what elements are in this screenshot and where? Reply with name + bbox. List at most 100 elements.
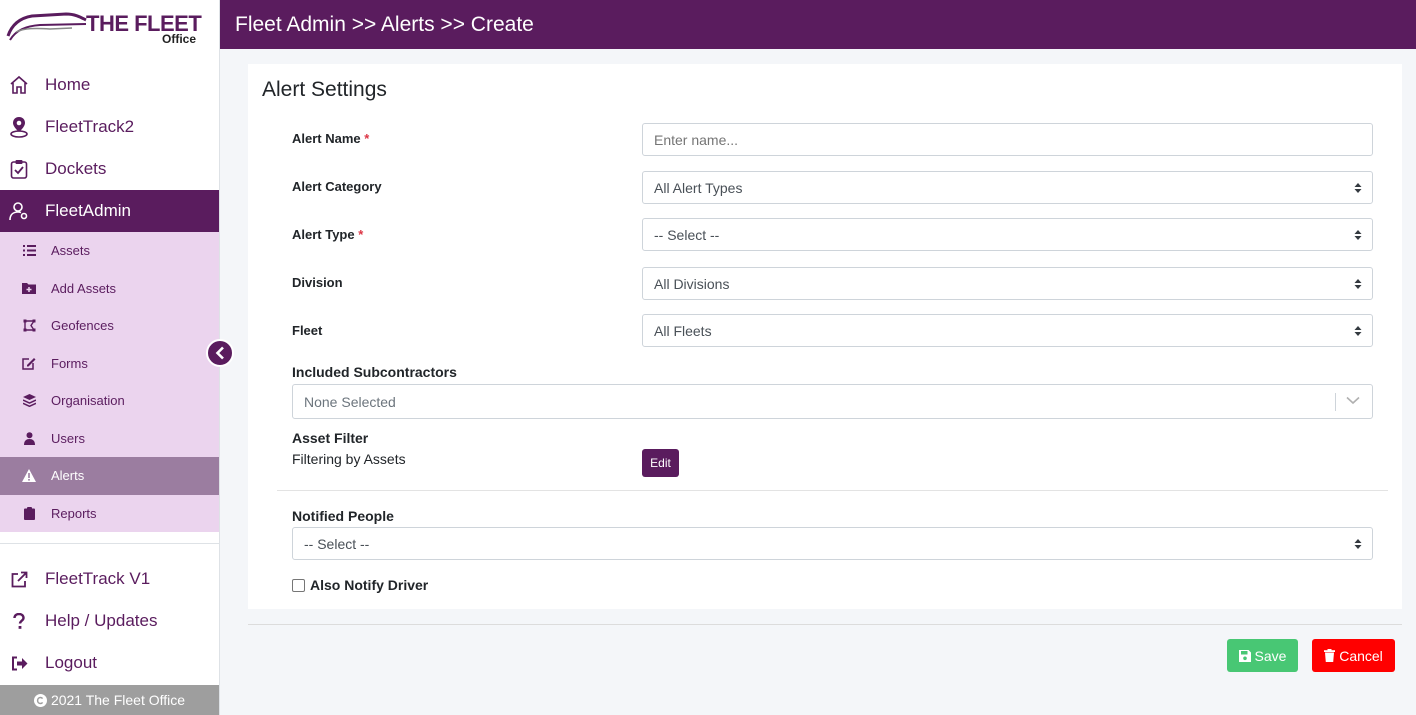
also-notify-driver-option[interactable]: Also Notify Driver — [292, 577, 428, 593]
fleet-value: All Fleets — [654, 322, 712, 339]
division-label: Division — [292, 275, 343, 290]
sidebar-item-add-assets[interactable]: Add Assets — [0, 270, 219, 308]
sidebar-collapse-button[interactable] — [206, 339, 234, 367]
warning-icon — [22, 469, 36, 483]
edit-asset-filter-button[interactable]: Edit — [642, 449, 679, 477]
sidebar-item-label: Users — [51, 430, 85, 446]
user-gear-icon — [8, 200, 30, 222]
sidebar-item-label: Assets — [51, 243, 91, 259]
section-divider — [277, 490, 1388, 491]
nav-item-fleetadmin[interactable]: FleetAdmin — [0, 190, 219, 232]
fleetadmin-subnav: Assets Add Assets Geofences Forms Organi… — [0, 232, 219, 532]
subcontractors-value: None Selected — [304, 393, 396, 410]
top-header: Fleet Admin >> Alerts >> Create — [220, 0, 1416, 49]
folder-plus-icon — [22, 281, 36, 295]
subcontractors-multiselect[interactable]: None Selected — [292, 384, 1373, 419]
asset-filter-text: Filtering by Assets — [292, 451, 406, 467]
copyright-footer: 2021 The Fleet Office — [0, 685, 219, 715]
actions-divider — [248, 624, 1402, 625]
external-link-icon — [8, 568, 30, 590]
sidebar-item-label: Geofences — [51, 318, 114, 334]
asset-filter-label: Asset Filter — [292, 430, 369, 446]
nav-item-help[interactable]: Help / Updates — [0, 600, 219, 642]
nav-item-label: FleetTrack2 — [45, 117, 135, 136]
sidebar-item-alerts[interactable]: Alerts — [0, 457, 219, 495]
alert-type-label: Alert Type * — [292, 227, 363, 242]
alert-name-label: Alert Name * — [292, 131, 369, 146]
notified-people-label: Notified People — [292, 508, 394, 524]
division-value: All Divisions — [654, 275, 730, 292]
sign-out-icon — [8, 652, 30, 674]
notified-people-value: -- Select -- — [304, 535, 370, 552]
alert-type-select[interactable]: -- Select -- — [642, 218, 1373, 251]
save-label: Save — [1254, 647, 1287, 664]
layers-icon — [22, 394, 36, 408]
multiselect-separator — [1335, 393, 1336, 411]
nav-item-label: FleetAdmin — [45, 201, 131, 220]
sidebar-item-geofences[interactable]: Geofences — [0, 307, 219, 345]
page-breadcrumb: Fleet Admin >> Alerts >> Create — [235, 12, 534, 36]
edit-icon — [22, 356, 36, 370]
cancel-button[interactable]: Cancel — [1312, 639, 1395, 672]
sidebar-item-label: Reports — [51, 505, 97, 521]
required-marker: * — [358, 227, 364, 242]
bottom-nav: FleetTrack V1 Help / Updates Logout — [0, 558, 219, 684]
select-arrows-icon — [1354, 326, 1362, 336]
alert-category-label: Alert Category — [292, 179, 382, 194]
alert-category-value: All Alert Types — [654, 179, 743, 196]
save-icon — [1238, 649, 1251, 662]
notified-people-select[interactable]: -- Select -- — [292, 527, 1373, 560]
home-icon — [8, 74, 30, 96]
trash-icon — [1324, 649, 1336, 662]
nav-item-logout[interactable]: Logout — [0, 642, 219, 684]
main-nav: Home FleetTrack2 Dockets FleetAdmin Asse… — [0, 64, 219, 532]
nav-item-fleettrack2[interactable]: FleetTrack2 — [0, 106, 219, 148]
sidebar-item-label: Alerts — [51, 468, 85, 484]
select-arrows-icon — [1354, 183, 1362, 193]
clipboard-check-icon — [8, 158, 30, 180]
save-button[interactable]: Save — [1227, 639, 1298, 672]
logo[interactable]: THE FLEET Office — [0, 0, 219, 49]
nav-item-fleettrack-v1[interactable]: FleetTrack V1 — [0, 558, 219, 600]
alert-name-label-text: Alert Name — [292, 131, 361, 146]
required-marker: * — [364, 131, 370, 146]
select-arrows-icon — [1354, 230, 1362, 240]
sidebar-item-assets[interactable]: Assets — [0, 232, 219, 270]
nav-item-label: Help / Updates — [45, 611, 158, 630]
select-arrows-icon — [1354, 539, 1362, 549]
chevron-down-icon — [1346, 396, 1360, 405]
clipboard-icon — [22, 506, 36, 520]
draw-polygon-icon — [22, 319, 36, 333]
sidebar-divider — [0, 543, 219, 544]
alert-type-value: -- Select -- — [654, 226, 720, 243]
copyright-text: 2021 The Fleet Office — [50, 692, 186, 708]
division-select[interactable]: All Divisions — [642, 267, 1373, 300]
nav-item-dockets[interactable]: Dockets — [0, 148, 219, 190]
chevron-left-icon — [215, 346, 224, 360]
sidebar-item-reports[interactable]: Reports — [0, 495, 219, 533]
sidebar-item-label: Organisation — [51, 393, 125, 409]
sidebar-item-users[interactable]: Users — [0, 420, 219, 458]
sidebar: THE FLEET Office Home FleetTrack2 Docket… — [0, 0, 220, 715]
sidebar-item-forms[interactable]: Forms — [0, 345, 219, 383]
brand-subtitle: Office — [162, 32, 197, 46]
select-arrows-icon — [1354, 279, 1362, 289]
nav-item-label: Home — [45, 75, 91, 94]
also-notify-driver-checkbox[interactable] — [292, 578, 305, 592]
alert-type-label-text: Alert Type — [292, 227, 355, 242]
sidebar-item-label: Forms — [51, 355, 88, 371]
car-logo-icon — [6, 12, 87, 41]
nav-item-home[interactable]: Home — [0, 64, 219, 106]
fleet-select[interactable]: All Fleets — [642, 314, 1373, 347]
subcontractors-label: Included Subcontractors — [292, 364, 457, 380]
alert-name-input[interactable] — [642, 123, 1373, 156]
question-icon — [8, 610, 30, 632]
nav-item-label: Dockets — [45, 159, 107, 178]
sidebar-item-organisation[interactable]: Organisation — [0, 382, 219, 420]
sidebar-item-label: Add Assets — [51, 280, 117, 296]
copyright-icon — [33, 693, 47, 707]
user-icon — [22, 431, 36, 445]
alert-settings-card: Alert Settings Alert Name * Alert Catego… — [248, 64, 1402, 609]
alert-category-select[interactable]: All Alert Types — [642, 171, 1373, 204]
list-icon — [22, 244, 36, 258]
